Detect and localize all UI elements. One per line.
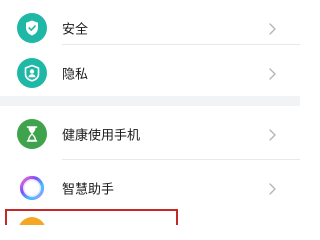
chevron-right-icon [266,181,278,195]
settings-group-security-privacy: 安全 隐私 [0,0,300,96]
section-separator [0,96,300,106]
settings-page: 安全 隐私 健康使用手机 智慧助手 [0,0,300,225]
settings-item-label: 隐私 [62,67,89,82]
settings-item-label: 安全 [62,22,89,37]
privacy-person-icon [17,57,47,88]
chevron-right-icon [266,66,278,80]
hourglass-icon [17,118,47,149]
settings-item-label: 智慧助手 [62,182,115,197]
settings-item-label: 健康使用手机 [62,128,141,143]
chevron-right-icon [266,127,278,141]
shield-check-icon [17,12,47,43]
settings-item-smart-assistant[interactable]: 智慧助手 [0,160,300,215]
settings-item-digital-balance[interactable]: 健康使用手机 [0,106,300,161]
chevron-right-icon [266,21,278,35]
settings-group-wellbeing: 健康使用手机 智慧助手 [0,106,300,225]
smart-assistant-ring-icon [17,173,47,203]
settings-item-privacy[interactable]: 隐私 [0,45,300,100]
